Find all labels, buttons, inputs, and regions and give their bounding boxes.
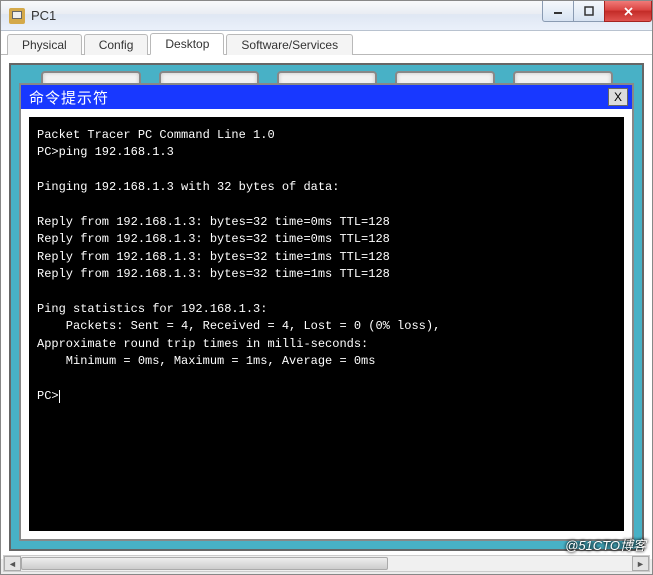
window-title: PC1 [31,8,56,23]
minimize-button[interactable] [542,1,574,22]
terminal-line: Reply from 192.168.1.3: bytes=32 time=1m… [37,250,390,264]
tab-software-services[interactable]: Software/Services [226,34,353,55]
terminal-line: PC>ping 192.168.1.3 [37,145,174,159]
terminal-line: Packet Tracer PC Command Line 1.0 [37,128,275,142]
terminal-line: Reply from 192.168.1.3: bytes=32 time=0m… [37,232,390,246]
terminal-line: Reply from 192.168.1.3: bytes=32 time=0m… [37,215,390,229]
terminal-prompt: PC> [37,389,59,403]
scrollbar-track[interactable] [21,556,632,571]
scrollbar-thumb[interactable] [21,557,388,570]
terminal-line: Pinging 192.168.1.3 with 32 bytes of dat… [37,180,339,194]
window-controls [543,1,652,22]
command-prompt-title: 命令提示符 [29,87,608,108]
terminal-line: Ping statistics for 192.168.1.3: [37,302,267,316]
terminal-line: Reply from 192.168.1.3: bytes=32 time=1m… [37,267,390,281]
terminal-line: Minimum = 0ms, Maximum = 1ms, Average = … [37,354,375,368]
command-prompt-window: 命令提示符 X Packet Tracer PC Command Line 1.… [19,83,634,541]
tab-desktop[interactable]: Desktop [150,33,224,55]
close-button[interactable] [604,1,652,22]
terminal-line: Packets: Sent = 4, Received = 4, Lost = … [37,319,440,333]
command-prompt-titlebar: 命令提示符 X [21,85,632,109]
maximize-button[interactable] [573,1,605,22]
command-prompt-close-button[interactable]: X [608,88,628,106]
tab-strip: Physical Config Desktop Software/Service… [1,31,652,55]
os-titlebar: PC1 [1,1,652,31]
desktop-canvas: 命令提示符 X Packet Tracer PC Command Line 1.… [9,63,644,551]
desktop-tab-content: 命令提示符 X Packet Tracer PC Command Line 1.… [1,55,652,559]
tab-config[interactable]: Config [84,34,149,55]
scroll-right-button[interactable]: ► [632,556,649,571]
watermark-text: @51CTO博客 [565,535,646,554]
horizontal-scrollbar[interactable]: ◄ ► [3,555,650,572]
app-icon [9,8,25,24]
terminal-output[interactable]: Packet Tracer PC Command Line 1.0 PC>pin… [29,117,624,531]
terminal-cursor [59,390,60,403]
tab-physical[interactable]: Physical [7,34,82,55]
terminal-line: Approximate round trip times in milli-se… [37,337,368,351]
scroll-left-button[interactable]: ◄ [4,556,21,571]
